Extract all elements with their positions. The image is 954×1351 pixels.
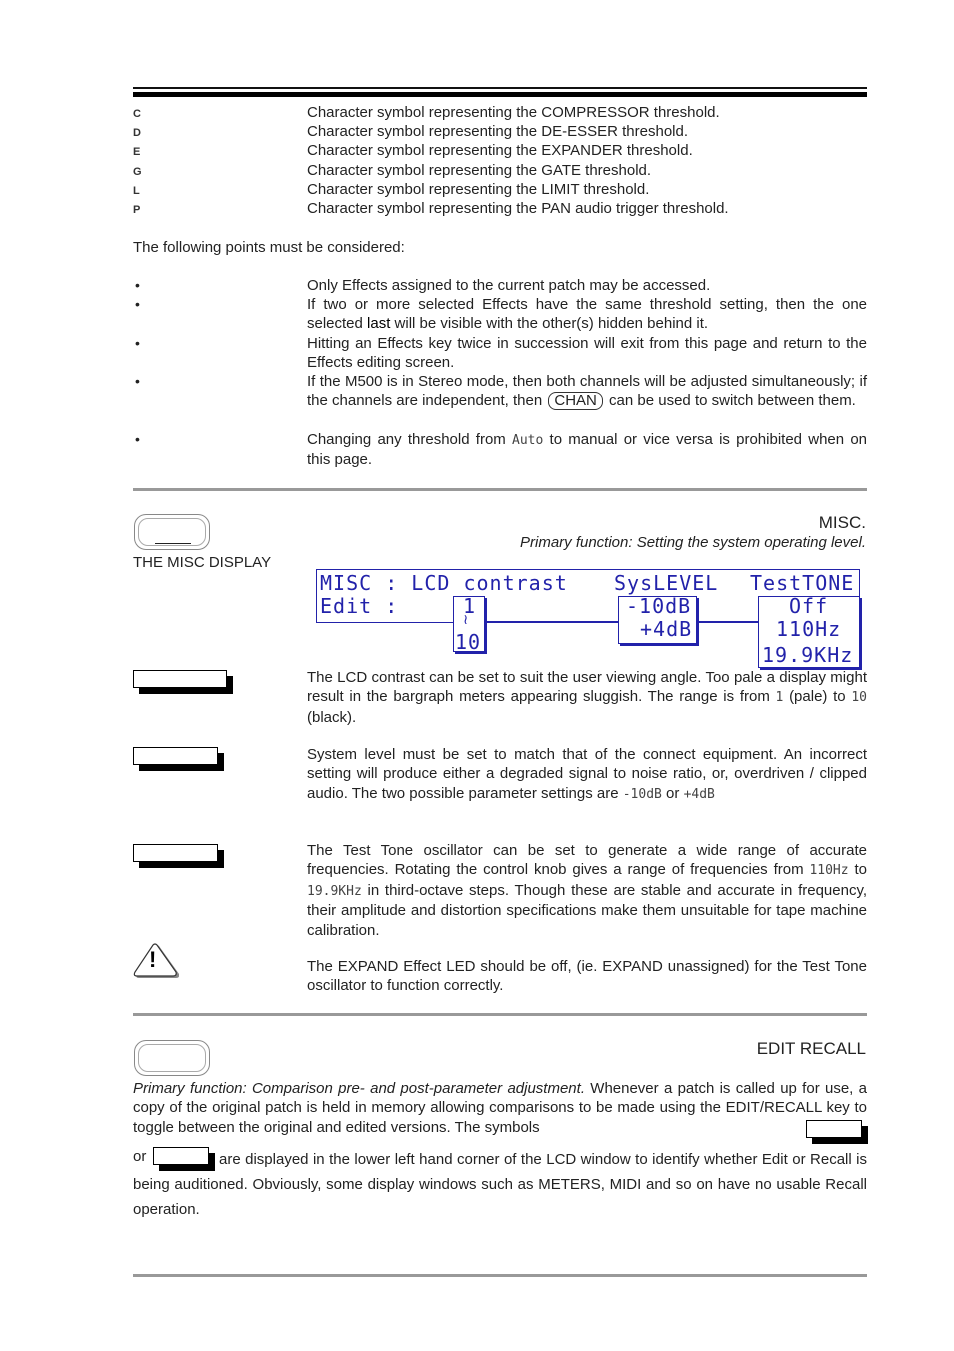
misc-display-label: THE MISC DISPLAY bbox=[133, 554, 272, 571]
warning-text: The EXPAND Effect LED should be off, (ie… bbox=[307, 958, 867, 995]
tone-text-b: to bbox=[848, 861, 867, 879]
syslevel-softkey-icon bbox=[133, 747, 218, 765]
bullet-icon: • bbox=[135, 296, 140, 312]
point-5-text-a: Changing any threshold from bbox=[307, 431, 513, 448]
tone-text-c: in third-octave steps. Though these are … bbox=[307, 881, 867, 939]
bullet-icon: • bbox=[135, 277, 140, 293]
lcd-row1-mid: SysLEVEL bbox=[614, 571, 719, 595]
edit-recall-description: Primary function: Comparison pre- and po… bbox=[133, 1079, 867, 1137]
warning-glyph: ! bbox=[149, 947, 157, 972]
edit-recall-key-button[interactable] bbox=[134, 1040, 210, 1076]
header-rule-thin bbox=[133, 87, 867, 89]
auto-lcd-text: Auto bbox=[512, 433, 544, 448]
testtone-softkey-icon bbox=[133, 844, 218, 862]
tone-text-a: The Test Tone oscillator can be set to g… bbox=[307, 842, 867, 879]
points-intro: The following points must be considered: bbox=[133, 239, 405, 256]
warning-icon: ! bbox=[133, 943, 180, 979]
symbol-description: Character symbol representing the COMPRE… bbox=[307, 104, 720, 121]
contrast-text-b: (pale) to bbox=[783, 688, 852, 706]
syslevel-description: System level must be set to match that o… bbox=[307, 745, 867, 804]
point-4-text-c: can be used to switch between them. bbox=[604, 392, 856, 410]
bullet-icon: • bbox=[135, 373, 140, 389]
testtone-option-2: 110Hz bbox=[776, 617, 842, 641]
edit-recall-text-b: are displayed in the lower left hand cor… bbox=[133, 1151, 867, 1218]
contrast-max-option: 10 bbox=[455, 630, 482, 654]
symbol-glyph: P bbox=[133, 204, 141, 216]
point-3: Hitting an Effects key twice in successi… bbox=[307, 335, 867, 372]
testtone-option-1: Off bbox=[789, 594, 829, 618]
section-divider bbox=[133, 488, 867, 491]
lcd-row1-right: TestTONE bbox=[750, 571, 855, 595]
chan-key-button[interactable]: CHAN bbox=[548, 392, 603, 411]
syslevel-value-2: +4dB bbox=[683, 786, 715, 802]
contrast-description: The LCD contrast can be set to suit the … bbox=[307, 668, 867, 727]
edit-recall-key-inner bbox=[138, 1044, 206, 1072]
symbol-glyph: L bbox=[133, 185, 140, 197]
testtone-description: The Test Tone oscillator can be set to g… bbox=[307, 841, 867, 940]
testtone-option-3: 19.9KHz bbox=[762, 643, 854, 667]
misc-key-button[interactable] bbox=[134, 514, 210, 550]
syslevel-text-a: System level must be set to match that o… bbox=[307, 746, 867, 802]
point-4: If the M500 is in Stereo mode, then both… bbox=[307, 372, 867, 411]
symbol-glyph: E bbox=[133, 146, 141, 158]
section-divider bbox=[133, 1013, 867, 1016]
point-5: Changing any threshold from Auto to manu… bbox=[307, 430, 867, 470]
tone-min-value: 110Hz bbox=[809, 863, 849, 879]
syslevel-option-2: +4dB bbox=[640, 617, 693, 641]
bullet-icon: • bbox=[135, 431, 140, 447]
misc-title: MISC. bbox=[818, 513, 866, 532]
lcd-row1-left: MISC : LCD contrast bbox=[320, 571, 568, 595]
point-2: If two or more selected Effects have the… bbox=[307, 295, 867, 334]
contrast-text-c: (black). bbox=[307, 708, 357, 726]
header-rule-thick bbox=[133, 92, 867, 97]
syslevel-option-1: -10dB bbox=[626, 594, 692, 618]
lcd-row2-left: Edit : bbox=[320, 594, 399, 618]
syslevel-text-b: or bbox=[661, 784, 684, 802]
contrast-max-value: 10 bbox=[851, 690, 867, 706]
symbol-glyph: C bbox=[133, 108, 141, 120]
symbol-description: Character symbol representing the EXPAND… bbox=[307, 142, 693, 159]
edit-recall-title: EDIT RECALL bbox=[756, 1039, 866, 1058]
point-2-emphasis: last bbox=[367, 315, 391, 333]
edit-symbol-icon bbox=[806, 1120, 862, 1138]
symbol-description: Character symbol representing the LIMIT … bbox=[307, 181, 650, 198]
range-tilde-icon: ≀ bbox=[463, 612, 470, 628]
edit-recall-primary-function: Primary function: Comparison pre- and po… bbox=[133, 1080, 585, 1097]
symbol-description: Character symbol representing the DE-ESS… bbox=[307, 123, 689, 140]
key-underline bbox=[155, 542, 191, 544]
symbol-glyph: G bbox=[133, 166, 142, 178]
symbol-description: Character symbol representing the PAN au… bbox=[307, 200, 729, 217]
contrast-softkey-icon bbox=[133, 670, 227, 688]
point-1: Only Effects assigned to the current pat… bbox=[307, 277, 711, 294]
misc-subtitle: Primary function: Setting the system ope… bbox=[520, 534, 866, 551]
tone-max-value: 19.9KHz bbox=[307, 883, 362, 899]
syslevel-value-1: -10dB bbox=[622, 786, 662, 802]
symbol-glyph: D bbox=[133, 127, 141, 139]
footer-rule bbox=[133, 1274, 867, 1277]
point-2-text-c: will be visible with the other(s) hidden… bbox=[390, 315, 709, 333]
symbol-description: Character symbol representing the GATE t… bbox=[307, 162, 652, 179]
bullet-icon: • bbox=[135, 335, 140, 351]
